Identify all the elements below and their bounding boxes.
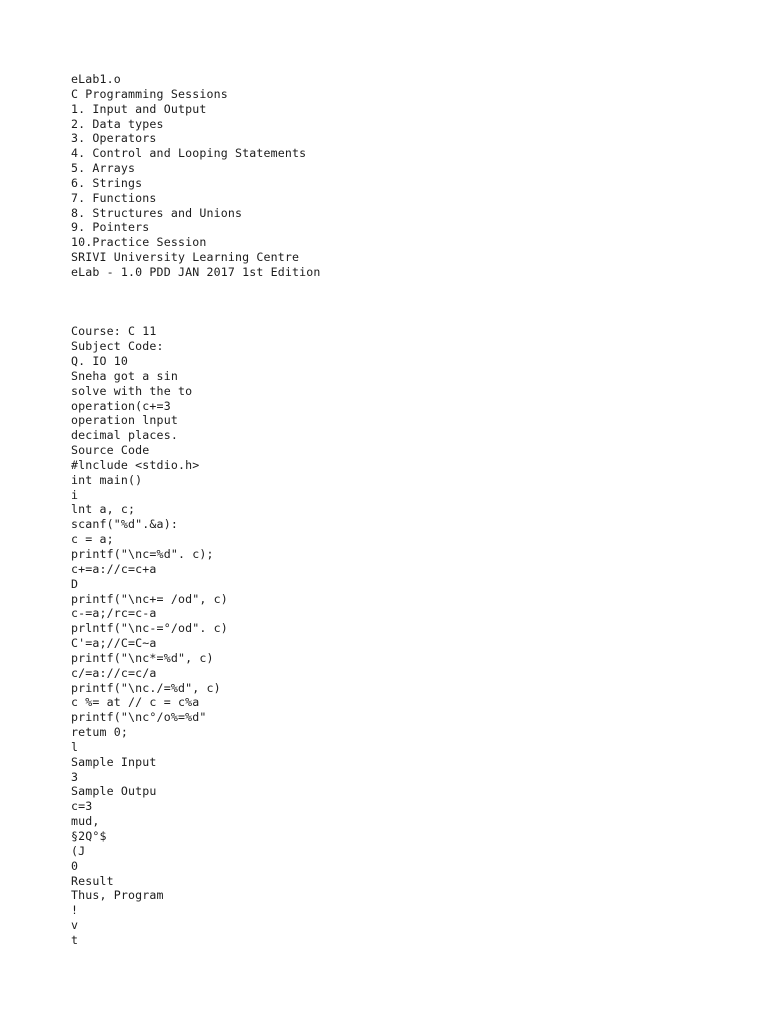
text-line: #lnclude <stdio.h>	[71, 457, 200, 472]
text-line: decimal places.	[71, 428, 178, 443]
text-line: c-=a;/rc=c-a	[71, 606, 157, 621]
text-line: §2Q°$	[71, 829, 107, 843]
body-text-block: Course: C 11 Subject Code: Q. IO 10 Sneh…	[71, 324, 711, 947]
text-line: mud,	[71, 814, 100, 829]
text-line: t	[71, 932, 79, 947]
text-line: Thus, Program	[71, 888, 164, 903]
text-line: c/=a://c=c/a	[71, 665, 157, 680]
text-line: l	[71, 739, 79, 754]
text-line: 1. Input and Output	[71, 101, 207, 116]
text-line: Source Code	[71, 443, 150, 458]
text-line: retum 0;	[71, 725, 129, 740]
text-line: printf("\nc+= /od", c)	[71, 591, 228, 606]
text-line: Q. IO 10	[71, 354, 129, 368]
text-line: 5. Arrays	[71, 161, 136, 176]
text-line: 0	[71, 858, 79, 873]
text-line: 8. Structures and Unions	[71, 205, 243, 220]
text-line: 7. Functions	[71, 190, 157, 205]
text-line: eLab - 1.0 PDD JAN 2017 1st Edition	[71, 264, 321, 279]
text-line: Sneha got a sin	[71, 368, 178, 383]
text-line: c+=a://c=c+a	[71, 561, 157, 576]
text-line: eLab1.o	[71, 72, 121, 86]
text-line: v	[71, 918, 79, 933]
text-line: 6. Strings	[71, 175, 143, 190]
text-line: scanf("%d".&a):	[71, 517, 178, 532]
text-line: printf("\nc=%d". c);	[71, 546, 214, 561]
text-line: C Programming Sessions	[71, 86, 228, 101]
text-line: operation lnput	[71, 413, 178, 428]
text-line: i	[71, 487, 79, 502]
text-line: Sample Outpu	[71, 784, 157, 799]
block-spacer	[71, 280, 711, 325]
text-line: printf("\nc*=%d", c)	[71, 650, 214, 665]
text-line: solve with the to	[71, 383, 193, 398]
text-line: 3. Operators	[71, 131, 157, 146]
text-line: Result	[71, 873, 114, 888]
text-line: c %= at // c = c%a	[71, 695, 200, 710]
text-line: c = a;	[71, 532, 114, 547]
text-line: 9. Pointers	[71, 220, 150, 235]
ocr-text-layer: eLab1.o C Programming Sessions 1. Input …	[71, 72, 711, 948]
text-line: 3	[71, 769, 79, 784]
document-page: eLab1.o C Programming Sessions 1. Input …	[0, 0, 768, 1024]
text-line: lnt a, c;	[71, 502, 136, 517]
text-line: SRIVI University Learning Centre	[71, 250, 300, 265]
cover-text-block: eLab1.o C Programming Sessions 1. Input …	[71, 72, 711, 280]
text-line: int main()	[71, 472, 143, 487]
text-line: 4. Control and Looping Statements	[71, 146, 307, 161]
text-line: Subject Code:	[71, 339, 164, 354]
text-line: c=3	[71, 799, 93, 814]
text-line: !	[71, 903, 79, 918]
text-line: (J	[71, 843, 86, 858]
text-line: printf("\nc°/o%=%d"	[71, 710, 207, 725]
text-line: D	[71, 576, 79, 591]
text-line: Course: C 11	[71, 324, 157, 339]
text-line: 2. Data types	[71, 116, 164, 131]
text-line: operation(c+=3	[71, 398, 171, 413]
text-line: C'=a;//C=C~a	[71, 636, 157, 651]
text-line: printf("\nc./=%d", c)	[71, 680, 221, 695]
text-line: 10.Practice Session	[71, 235, 207, 250]
text-line: Sample Input	[71, 754, 157, 769]
text-line: prlntf("\nc-=°/od". c)	[71, 621, 228, 636]
